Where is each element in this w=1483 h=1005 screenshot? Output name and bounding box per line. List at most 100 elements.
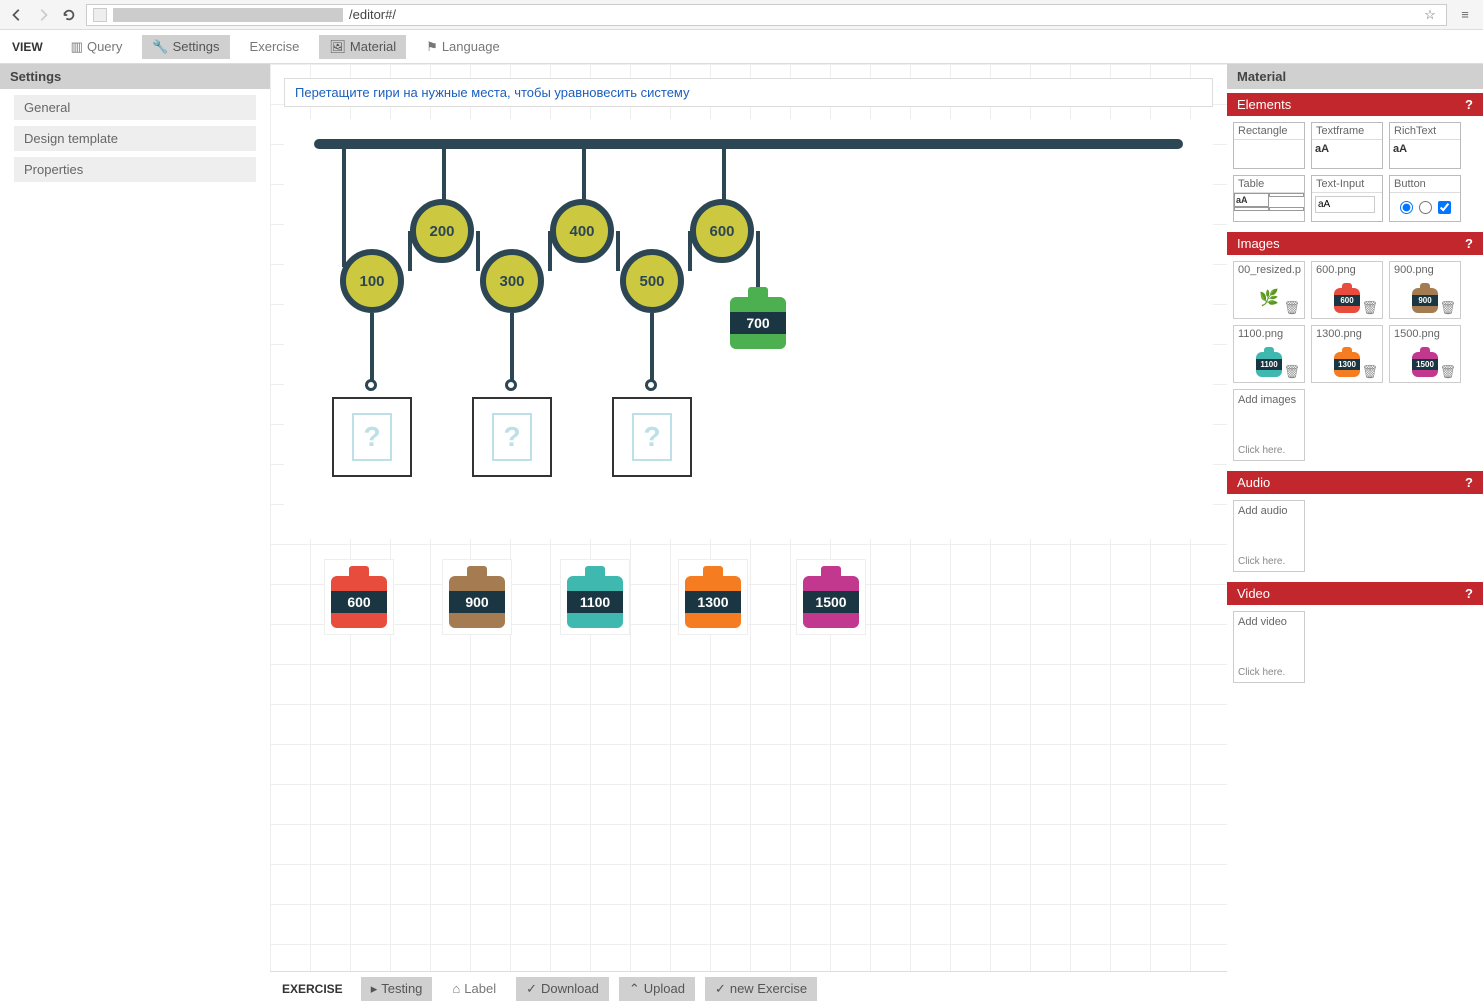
rope (548, 231, 552, 271)
radio-icon (1419, 201, 1432, 214)
trash-icon[interactable]: 🗑 (1439, 300, 1456, 316)
tag-icon: ⌂ (452, 981, 460, 996)
image-item-1100[interactable]: 1100.png 1100 🗑 (1233, 325, 1305, 383)
dropzone-3[interactable]: ? (612, 397, 692, 477)
elements-help-icon[interactable]: ? (1465, 97, 1473, 112)
video-help-icon[interactable]: ? (1465, 586, 1473, 601)
trash-icon[interactable]: 🗑 (1283, 364, 1300, 380)
new-exercise-button[interactable]: ✓ new Exercise (705, 977, 817, 1001)
images-help-icon[interactable]: ? (1465, 236, 1473, 251)
rope (616, 231, 620, 271)
browser-chrome: /editor#/ ☆ ≡ (0, 0, 1483, 30)
video-section-header: Video ? (1227, 582, 1483, 605)
element-richtext[interactable]: RichText aA (1389, 122, 1461, 169)
trash-icon[interactable]: 🗑 (1439, 364, 1456, 380)
image-item-900[interactable]: 900.png 900 🗑 (1389, 261, 1461, 319)
trash-icon[interactable]: 🗑 (1361, 300, 1378, 316)
settings-header: Settings (0, 64, 270, 89)
weight-900[interactable]: 900 (442, 559, 512, 635)
flag-icon: ⚑ (426, 39, 438, 55)
settings-item-general[interactable]: General (14, 95, 256, 120)
audio-grid: Add audio Click here. (1227, 494, 1483, 578)
pulley-scene: 200 400 600 100 300 500 (284, 119, 1213, 539)
dropzone-2[interactable]: ? (472, 397, 552, 477)
url-domain-redacted (113, 8, 343, 22)
image-icon: 🖼 (329, 39, 346, 55)
material-header: Material (1227, 64, 1483, 89)
pulley-600: 600 (690, 199, 754, 263)
image-item-00-resized[interactable]: 00_resized.p 🌿 🗑 (1233, 261, 1305, 319)
image-item-1300[interactable]: 1300.png 1300 🗑 (1311, 325, 1383, 383)
material-button[interactable]: 🖼 Material (319, 35, 406, 59)
weight-1100[interactable]: 1100 (560, 559, 630, 635)
weight-1500[interactable]: 1500 (796, 559, 866, 635)
elements-section-header: Elements ? (1227, 93, 1483, 116)
hook (365, 379, 377, 391)
rope (408, 231, 412, 271)
label-button[interactable]: ⌂ Label (442, 977, 506, 1000)
element-button[interactable]: Button (1389, 175, 1461, 222)
query-button[interactable]: ▥ Query (61, 35, 133, 59)
pulley-400: 400 (550, 199, 614, 263)
images-grid: 00_resized.p 🌿 🗑 600.png 600 🗑 900.png 9… (1227, 255, 1483, 467)
testing-button[interactable]: ▸ Testing (361, 977, 433, 1001)
bookmark-star-icon[interactable]: ☆ (1420, 5, 1440, 25)
image-item-600[interactable]: 600.png 600 🗑 (1311, 261, 1383, 319)
video-grid: Add video Click here. (1227, 605, 1483, 689)
element-textframe[interactable]: Textframe aA (1311, 122, 1383, 169)
element-table[interactable]: Table aA (1233, 175, 1305, 222)
up-arrow-icon: ⌃ (629, 981, 640, 997)
upload-button[interactable]: ⌃ Upload (619, 977, 695, 1001)
trash-icon[interactable]: 🗑 (1361, 364, 1378, 380)
element-rectangle[interactable]: Rectangle (1233, 122, 1305, 169)
exercise-button[interactable]: Exercise (240, 35, 310, 58)
pulley-500: 500 (620, 249, 684, 313)
settings-button[interactable]: 🔧 Settings (142, 35, 229, 59)
exercise-label: EXERCISE (282, 982, 351, 996)
audio-help-icon[interactable]: ? (1465, 475, 1473, 490)
back-button[interactable] (8, 6, 26, 24)
bottom-toolbar: EXERCISE ▸ Testing ⌂ Label ✓ Download ⌃ … (270, 971, 1227, 1005)
weight-600[interactable]: 600 (324, 559, 394, 635)
url-path: /editor#/ (349, 7, 396, 22)
rope (342, 147, 346, 267)
check-icon: ✓ (715, 981, 726, 997)
main-layout: Settings General Design template Propert… (0, 64, 1483, 1005)
weight-1300[interactable]: 1300 (678, 559, 748, 635)
settings-item-properties[interactable]: Properties (14, 157, 256, 182)
hook (645, 379, 657, 391)
fixed-weight-700: 700 (730, 287, 786, 349)
weights-row: 600 900 1100 1300 1500 (284, 549, 1213, 645)
rope (688, 231, 692, 271)
elements-grid: Rectangle Textframe aA RichText aA Table… (1227, 116, 1483, 228)
play-icon: ▸ (371, 981, 378, 997)
rope (476, 231, 480, 271)
pulley-100: 100 (340, 249, 404, 313)
add-video-button[interactable]: Add video Click here. (1233, 611, 1305, 683)
dropzone-1[interactable]: ? (332, 397, 412, 477)
url-bar[interactable]: /editor#/ ☆ (86, 4, 1447, 26)
add-images-button[interactable]: Add images Click here. (1233, 389, 1305, 461)
page-icon (93, 8, 107, 22)
pulley-300: 300 (480, 249, 544, 313)
audio-section-header: Audio ? (1227, 471, 1483, 494)
element-text-input[interactable]: Text-Input (1311, 175, 1383, 222)
download-button[interactable]: ✓ Download (516, 977, 609, 1001)
reload-button[interactable] (60, 6, 78, 24)
view-label: VIEW (12, 40, 51, 54)
forward-button[interactable] (34, 6, 52, 24)
settings-item-design-template[interactable]: Design template (14, 126, 256, 151)
left-panel: Settings General Design template Propert… (0, 64, 270, 1005)
trash-icon[interactable]: 🗑 (1283, 300, 1300, 316)
canvas-area[interactable]: Перетащите гири на нужные места, чтобы у… (270, 64, 1227, 971)
rope (510, 313, 514, 383)
image-item-1500[interactable]: 1500.png 1500 🗑 (1389, 325, 1461, 383)
wrench-icon: 🔧 (152, 39, 168, 55)
instruction-text: Перетащите гири на нужные места, чтобы у… (284, 78, 1213, 107)
language-button[interactable]: ⚑ Language (416, 35, 510, 59)
rope (370, 313, 374, 383)
browser-menu-icon[interactable]: ≡ (1455, 5, 1475, 25)
right-panel: Material Elements ? Rectangle Textframe … (1227, 64, 1483, 1005)
add-audio-button[interactable]: Add audio Click here. (1233, 500, 1305, 572)
checkbox-icon (1438, 201, 1451, 214)
